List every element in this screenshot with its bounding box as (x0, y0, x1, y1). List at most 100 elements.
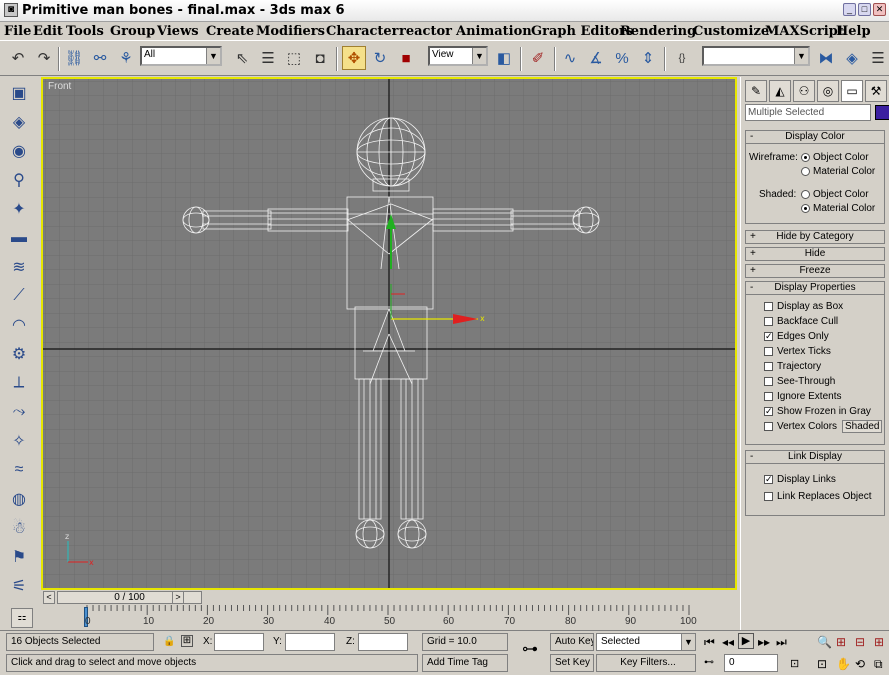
viewport-canvas[interactable]: x z x (43, 79, 735, 588)
display-tab-icon[interactable]: ▭ (841, 80, 863, 102)
display-links-checkbox[interactable]: ✓ Display Links (764, 474, 836, 485)
zoom-icon[interactable]: 🔍 (817, 635, 832, 649)
viewport-label[interactable]: Front (48, 81, 71, 92)
key-filters-button[interactable]: Key Filters... (596, 654, 696, 672)
window-crossing-icon[interactable]: ◘ (308, 46, 332, 70)
motion-tab-icon[interactable]: ◎ (817, 80, 839, 102)
manipulate-icon[interactable]: ✐ (526, 46, 550, 70)
menu-rendering[interactable]: Rendering (620, 24, 696, 39)
dynamics-tab-icon[interactable]: ⟋ (7, 284, 31, 308)
time-configuration-icon[interactable]: ⊡ (790, 657, 799, 670)
modifiers-tab-icon[interactable]: ⚙ (7, 342, 31, 366)
track-bar[interactable]: ⚏ 0 10 20 30 40 50 60 70 80 90 100 (11, 605, 737, 630)
selection-filter-dropdown[interactable]: All ▼ (140, 46, 222, 66)
front-viewport[interactable]: x z x Front (41, 77, 737, 590)
arc-rotate-icon[interactable]: ⟲ (855, 657, 865, 671)
vertex-ticks-checkbox[interactable]: Vertex Ticks (764, 346, 831, 357)
close-button[interactable]: ✕ (873, 3, 886, 16)
add-time-tag[interactable]: Add Time Tag (422, 654, 508, 672)
previous-frame-icon[interactable]: ◂◂ (722, 635, 734, 649)
align-icon[interactable]: ◈ (840, 46, 864, 70)
link-replaces-object-checkbox[interactable]: Link Replaces Object (764, 491, 872, 502)
patch-grids-tab-icon[interactable]: ▬ (7, 226, 31, 250)
play-icon[interactable]: ▶ (738, 633, 754, 649)
menu-graph-editors[interactable]: Graph Editors (531, 24, 633, 39)
z-coordinate-field[interactable] (358, 633, 408, 651)
lock-selection-icon[interactable]: 🔒 (163, 636, 175, 647)
menu-group[interactable]: Group (110, 24, 155, 39)
named-selection-dropdown[interactable]: ▼ (702, 46, 810, 66)
y-coordinate-field[interactable] (285, 633, 335, 651)
undo-icon[interactable]: ↶ (6, 46, 30, 70)
next-frame-icon[interactable]: ▸▸ (758, 635, 770, 649)
key-mode-dropdown[interactable]: Selected ▼ (596, 633, 696, 651)
shaded-object-color-radio[interactable]: Object Color (801, 189, 869, 200)
hide-rollout-header[interactable]: + Hide (745, 247, 885, 261)
minimize-button[interactable]: _ (843, 3, 856, 16)
angle-snap-icon[interactable]: ∡ (584, 46, 608, 70)
particles-tab-icon[interactable]: ✦ (7, 197, 31, 221)
helpers-tab-icon[interactable]: ⟂ (7, 371, 31, 395)
ignore-extents-checkbox[interactable]: Ignore Extents (764, 391, 841, 402)
doors-tab-icon[interactable]: ◠ (7, 313, 31, 337)
vertex-colors-shaded-button[interactable]: Shaded (842, 420, 883, 433)
menu-maxscript[interactable]: MAXScript (765, 24, 844, 39)
time-slider-next-button[interactable]: > (172, 591, 184, 604)
pivot-center-icon[interactable]: ◧ (492, 46, 516, 70)
shaded-material-color-radio[interactable]: Material Color (801, 203, 875, 214)
display-properties-rollout-header[interactable]: - Display Properties (745, 281, 885, 295)
utilities-tab-icon[interactable]: ⚒ (865, 80, 887, 102)
absolute-mode-icon[interactable]: ⊞ (181, 635, 193, 647)
auto-key-button[interactable]: Auto Key (550, 633, 594, 651)
menu-reactor[interactable]: reactor (399, 24, 452, 39)
redo-icon[interactable]: ↷ (32, 46, 56, 70)
trajectory-checkbox[interactable]: Trajectory (764, 361, 821, 372)
pan-icon[interactable]: ✋ (836, 657, 851, 671)
select-by-name-icon[interactable]: ☰ (256, 46, 280, 70)
select-and-rotate-icon[interactable]: ↻ (368, 46, 392, 70)
display-color-rollout-header[interactable]: - Display Color (745, 130, 885, 144)
bind-space-warp-icon[interactable]: ⚘ (114, 46, 138, 70)
current-frame-field[interactable]: 0 (724, 654, 778, 672)
select-and-scale-icon[interactable]: ■ (394, 46, 418, 70)
create-tab-icon[interactable]: ✎ (745, 80, 767, 102)
spinner-snap-icon[interactable]: ⇕ (636, 46, 660, 70)
lights-tab-icon[interactable]: ⚲ (7, 168, 31, 192)
menu-file[interactable]: File (4, 24, 31, 39)
nurbs-tab-icon[interactable]: ≋ (7, 255, 31, 279)
mirror-icon[interactable]: ⧓ (814, 46, 838, 70)
go-to-start-icon[interactable]: ⏮ (704, 635, 715, 650)
space-warps-tab-icon[interactable]: ⤳ (7, 400, 31, 424)
go-to-end-icon[interactable]: ⏭ (776, 635, 787, 650)
see-through-checkbox[interactable]: See-Through (764, 376, 835, 387)
zoom-all-icon[interactable]: ⊞ (836, 635, 846, 649)
bones-tab-icon[interactable]: ⚟ (7, 574, 31, 598)
edges-only-checkbox[interactable]: ✓ Edges Only (764, 331, 829, 342)
menu-tools[interactable]: Tools (66, 24, 104, 39)
menu-create[interactable]: Create (206, 24, 254, 39)
menu-help[interactable]: Help (836, 24, 871, 39)
menu-character[interactable]: Character (326, 24, 399, 39)
modify-tab-icon[interactable]: ◭ (769, 80, 791, 102)
link-display-rollout-header[interactable]: - Link Display (745, 450, 885, 464)
object-color-swatch[interactable] (875, 105, 889, 120)
snap-3d-icon[interactable]: ∿ (558, 46, 582, 70)
zoom-extents-all-icon[interactable]: ⊞ (874, 635, 884, 649)
menu-animation[interactable]: Animation (456, 24, 532, 39)
maximize-button[interactable]: □ (858, 3, 871, 16)
percent-snap-icon[interactable]: % (610, 46, 634, 70)
time-slider-prev-button[interactable]: < (43, 591, 55, 604)
vertex-colors-checkbox[interactable]: Vertex Colors (764, 421, 837, 432)
set-key-button[interactable]: Set Key (550, 654, 594, 672)
unlink-icon[interactable]: ⚯ (88, 46, 112, 70)
object-name-field[interactable]: Multiple Selected (745, 104, 871, 121)
menu-customize[interactable]: Customize (693, 24, 769, 39)
menu-views[interactable]: Views (157, 24, 199, 39)
display-as-box-checkbox[interactable]: Display as Box (764, 301, 843, 312)
freeze-rollout-header[interactable]: + Freeze (745, 264, 885, 278)
menu-modifiers[interactable]: Modifiers (256, 24, 325, 39)
hierarchy-tab-icon[interactable]: ⚇ (793, 80, 815, 102)
layers-icon[interactable]: ☰ (866, 46, 889, 70)
time-slider[interactable]: < 0 / 100 > (41, 590, 737, 605)
mini-curve-editor-icon[interactable]: ⚏ (11, 608, 33, 628)
